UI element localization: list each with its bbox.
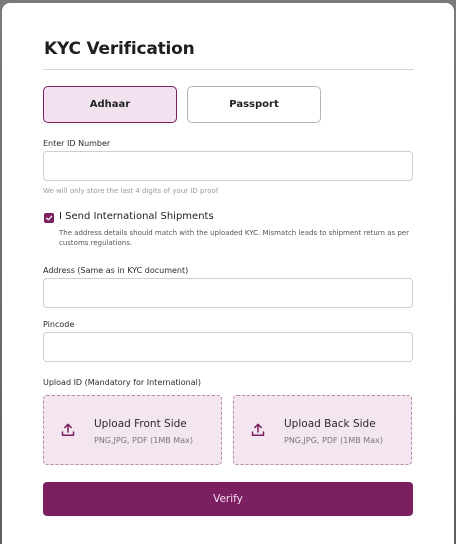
upload-back-formats: PNG,JPG, PDF (1MB Max) [284, 436, 383, 445]
address-input[interactable] [43, 278, 413, 308]
upload-icon [251, 423, 265, 436]
international-description: The address details should match with th… [59, 229, 409, 247]
id-number-input[interactable] [43, 151, 413, 181]
upload-back-dropzone[interactable]: Upload Back Side PNG,JPG, PDF (1MB Max) [233, 395, 412, 465]
upload-front-dropzone[interactable]: Upload Front Side PNG,JPG, PDF (1MB Max) [43, 395, 222, 465]
tab-aadhaar[interactable]: Adhaar [43, 86, 177, 123]
id-number-helper: We will only store the last 4 digits of … [43, 187, 219, 195]
title-divider [43, 69, 414, 70]
check-icon [45, 215, 53, 221]
tab-passport[interactable]: Passport [187, 86, 321, 123]
upload-front-formats: PNG,JPG, PDF (1MB Max) [94, 436, 193, 445]
upload-front-title: Upload Front Side [94, 418, 187, 430]
id-number-label: Enter ID Number [43, 139, 111, 148]
modal-title: KYC Verification [44, 39, 195, 59]
upload-id-label: Upload ID (Mandatory for International) [43, 378, 201, 387]
international-checkbox[interactable] [44, 213, 54, 223]
international-checkbox-label[interactable]: I Send International Shipments [59, 211, 214, 222]
kyc-modal: KYC Verification Adhaar Passport Enter I… [2, 3, 454, 544]
verify-button[interactable]: Verify [43, 482, 413, 516]
upload-back-title: Upload Back Side [284, 418, 376, 430]
upload-icon [61, 423, 75, 436]
pincode-input[interactable] [43, 332, 413, 362]
address-label: Address (Same as in KYC document) [43, 266, 189, 275]
pincode-label: Pincode [43, 320, 75, 329]
